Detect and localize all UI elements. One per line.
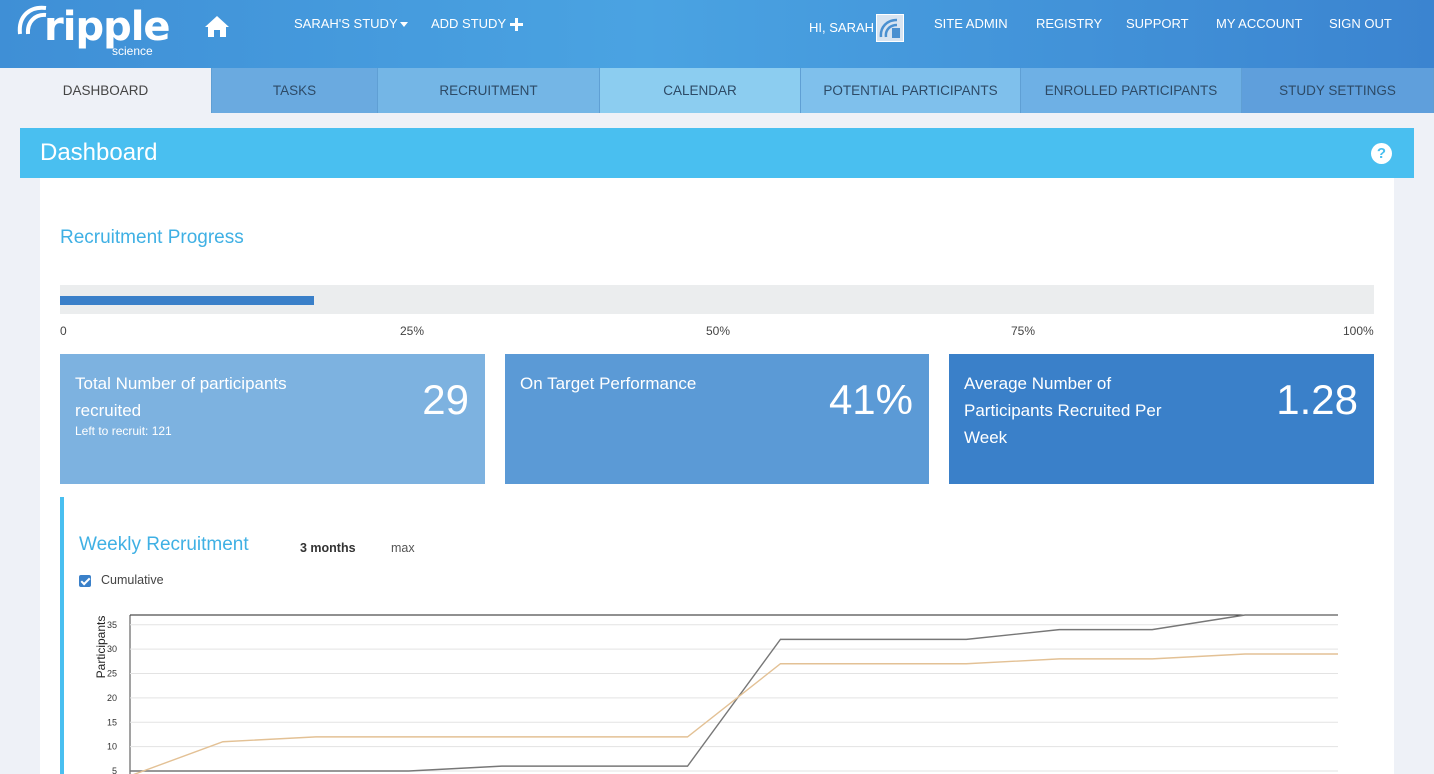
recruitment-progress-bar bbox=[60, 285, 1374, 314]
study-dropdown[interactable]: SARAH'S STUDY bbox=[294, 16, 408, 31]
y-tick-label: 5 bbox=[112, 766, 117, 774]
user-avatar-icon bbox=[879, 18, 900, 38]
tab-tasks[interactable]: TASKS bbox=[212, 68, 378, 113]
stat-sublabel: Left to recruit: 121 bbox=[75, 424, 172, 438]
help-icon[interactable]: ? bbox=[1371, 143, 1392, 164]
add-study-label: ADD STUDY bbox=[431, 16, 507, 31]
stat-card-total-recruited: Total Number of participants recruited L… bbox=[60, 354, 485, 484]
plus-icon bbox=[510, 18, 524, 32]
stat-label: Total Number of participants recruited bbox=[75, 374, 287, 420]
tab-study-settings[interactable]: STUDY SETTINGS bbox=[1242, 68, 1434, 113]
nav-my-account[interactable]: MY ACCOUNT bbox=[1216, 16, 1302, 31]
weekly-recruitment-chart: 5 10 15 20 25 30 35 bbox=[107, 614, 1338, 774]
add-study-button[interactable]: ADD STUDY bbox=[431, 16, 524, 32]
avatar[interactable] bbox=[876, 14, 904, 42]
y-tick-label: 30 bbox=[107, 644, 117, 654]
nav-sign-out[interactable]: SIGN OUT bbox=[1329, 16, 1392, 31]
progress-bar-fill bbox=[60, 296, 314, 305]
y-tick-label: 20 bbox=[107, 693, 117, 703]
tab-dashboard[interactable]: DASHBOARD bbox=[0, 68, 212, 113]
user-greeting: HI, SARAH bbox=[809, 20, 875, 35]
tab-enrolled-participants[interactable]: ENROLLED PARTICIPANTS bbox=[1021, 68, 1242, 113]
tab-recruitment[interactable]: RECRUITMENT bbox=[378, 68, 600, 113]
top-navbar: ripple science SARAH'S STUDY ADD STUDY H… bbox=[0, 0, 1434, 68]
page-title: Dashboard bbox=[40, 139, 158, 166]
recruitment-progress-title: Recruitment Progress bbox=[60, 227, 244, 248]
tab-calendar[interactable]: CALENDAR bbox=[600, 68, 801, 113]
progress-tick-75: 75% bbox=[1011, 324, 1036, 338]
stat-value: 1.28 bbox=[1276, 376, 1358, 423]
y-tick-label: 25 bbox=[107, 669, 117, 679]
cumulative-checkbox[interactable] bbox=[79, 575, 91, 587]
tab-potential-participants[interactable]: POTENTIAL PARTICIPANTS bbox=[801, 68, 1021, 113]
logo-subtitle: science bbox=[112, 44, 153, 58]
nav-registry[interactable]: REGISTRY bbox=[1036, 16, 1102, 31]
progress-tick-25: 25% bbox=[400, 324, 425, 338]
y-tick-label: 15 bbox=[107, 717, 117, 727]
cumulative-label: Cumulative bbox=[101, 573, 164, 587]
nav-support[interactable]: SUPPORT bbox=[1126, 16, 1189, 31]
nav-site-admin[interactable]: SITE ADMIN bbox=[934, 16, 1008, 31]
chart-series-line-1 bbox=[133, 653, 1338, 774]
chart-series-line-0 bbox=[130, 614, 1338, 772]
stat-card-avg-per-week: Average Number of Participants Recruited… bbox=[949, 354, 1374, 484]
y-tick-label: 35 bbox=[107, 620, 117, 630]
stat-label: Average Number of Participants Recruited… bbox=[964, 374, 1162, 447]
range-max-button[interactable]: max bbox=[391, 541, 415, 555]
progress-tick-0: 0 bbox=[60, 324, 67, 338]
range-3-months-button[interactable]: 3 months bbox=[300, 541, 356, 555]
progress-tick-50: 50% bbox=[706, 324, 731, 338]
chevron-down-icon bbox=[399, 22, 408, 28]
weekly-recruitment-title: Weekly Recruitment bbox=[79, 534, 249, 555]
study-dropdown-label: SARAH'S STUDY bbox=[294, 16, 398, 31]
dashboard-header: Dashboard ? bbox=[20, 128, 1414, 178]
progress-tick-100: 100% bbox=[1343, 324, 1374, 338]
stat-value: 29 bbox=[422, 376, 469, 423]
stat-card-on-target: On Target Performance 41% bbox=[505, 354, 929, 484]
study-tabs: DASHBOARD TASKS RECRUITMENT CALENDAR POT… bbox=[0, 68, 1434, 113]
ripple-logo[interactable]: ripple science bbox=[14, 2, 171, 62]
home-icon[interactable] bbox=[204, 14, 230, 38]
stat-label: On Target Performance bbox=[520, 374, 697, 393]
stat-value: 41% bbox=[828, 376, 913, 423]
y-tick-label: 10 bbox=[107, 742, 117, 752]
